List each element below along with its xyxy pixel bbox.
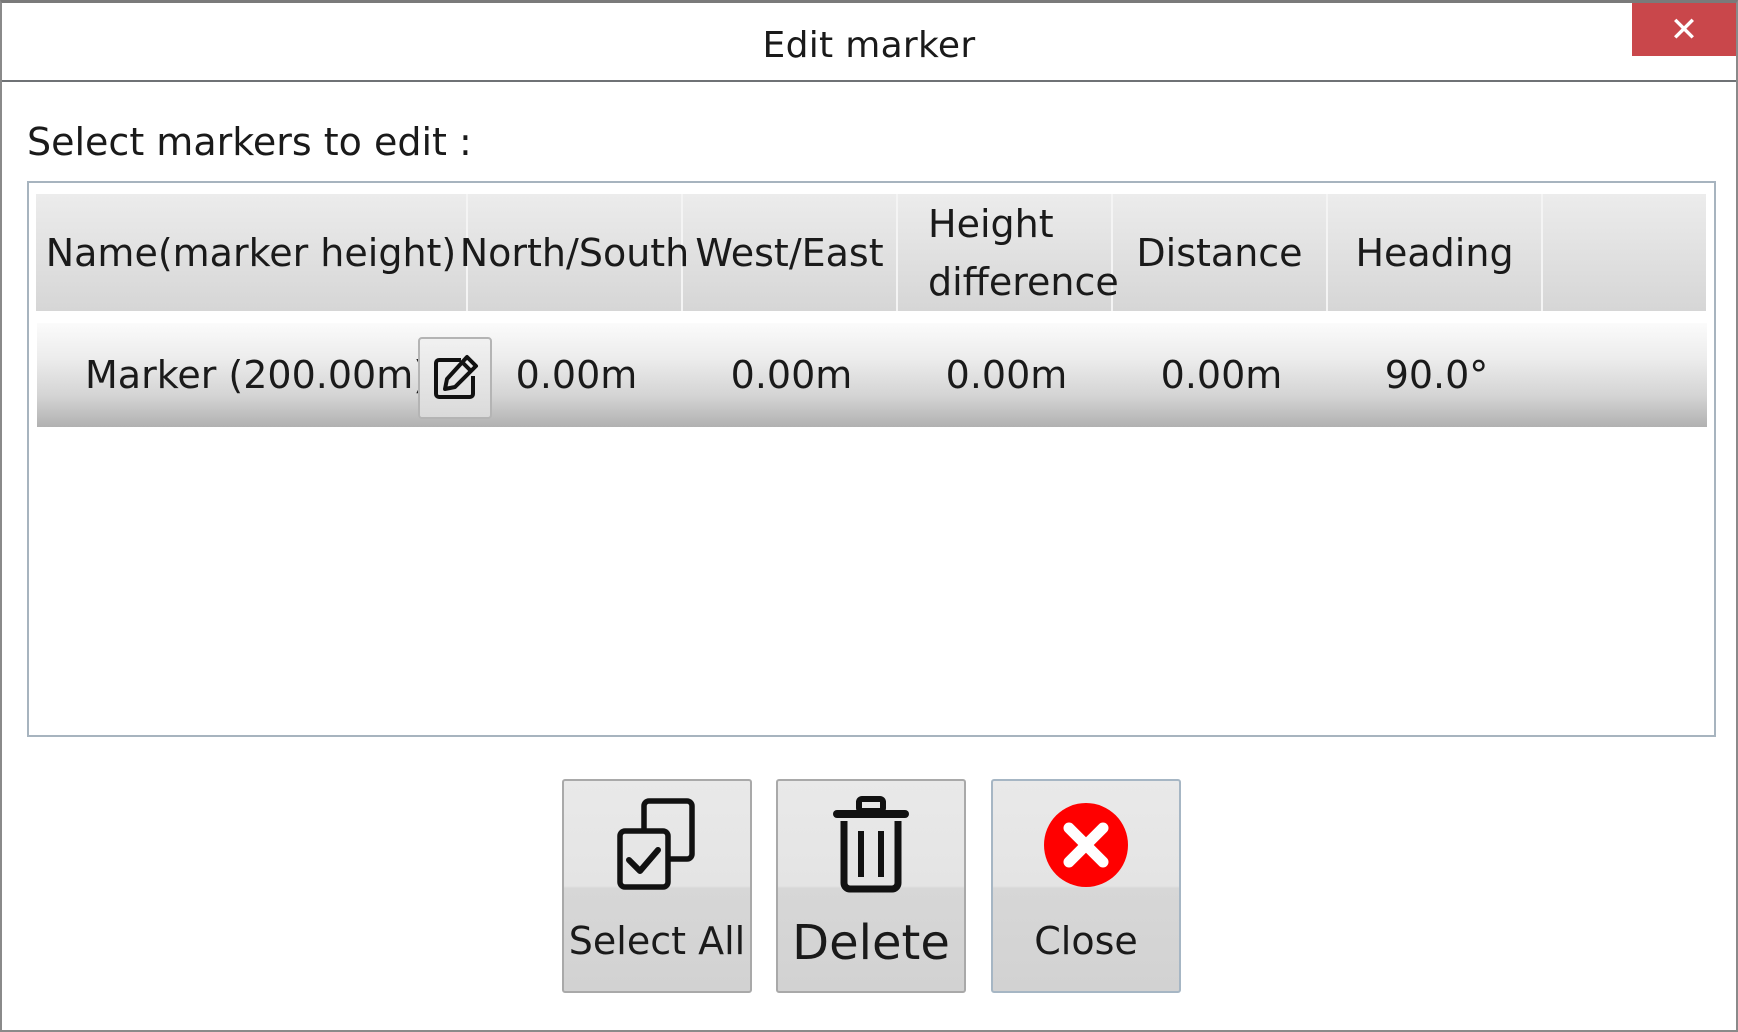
edit-marker-button[interactable] xyxy=(418,337,492,419)
close-circle-icon xyxy=(1044,803,1128,887)
table-row[interactable]: Marker (200.00m) 0.00m 0.00m 0.00m 0.00m… xyxy=(37,323,1707,427)
select-all-icon xyxy=(617,798,695,890)
column-header-west-east[interactable]: West/East xyxy=(683,194,898,311)
column-header-heading[interactable]: Heading xyxy=(1328,194,1543,311)
delete-label: Delete xyxy=(792,915,950,971)
cell-heading: 90.0° xyxy=(1384,353,1489,397)
column-header-distance[interactable]: Distance xyxy=(1113,194,1328,311)
cell-height-difference: 0.00m xyxy=(945,353,1068,397)
marker-name: Marker (200.00m) xyxy=(85,353,429,397)
markers-table: Name(marker height) North/South West/Eas… xyxy=(27,181,1716,737)
column-header-north-south[interactable]: North/South xyxy=(460,194,689,311)
title-bar: Edit marker ✕ xyxy=(2,3,1736,82)
column-header-height-difference-label: Height difference xyxy=(928,201,1119,304)
cell-name: Marker (200.00m) xyxy=(37,323,492,427)
select-all-label: Select All xyxy=(568,919,746,963)
window-title: Edit marker xyxy=(762,25,976,66)
trash-icon xyxy=(833,796,909,893)
cell-west-east: 0.00m xyxy=(730,353,853,397)
close-label: Close xyxy=(1034,919,1138,963)
window-close-button[interactable]: ✕ xyxy=(1632,3,1736,56)
close-button[interactable]: Close xyxy=(991,779,1181,993)
select-all-button[interactable]: Select All xyxy=(562,779,752,993)
cell-north-south: 0.00m xyxy=(515,353,638,397)
edit-pencil-icon xyxy=(434,355,478,399)
close-icon: ✕ xyxy=(1669,9,1699,50)
column-header-height-difference[interactable]: Height difference xyxy=(898,194,1119,311)
column-header-name[interactable]: Name(marker height) xyxy=(36,194,468,311)
select-markers-prompt: Select markers to edit : xyxy=(27,120,472,164)
delete-button[interactable]: Delete xyxy=(776,779,966,993)
edit-marker-dialog: Edit marker ✕ Select markers to edit : N… xyxy=(0,0,1738,1032)
cell-distance: 0.00m xyxy=(1160,353,1283,397)
table-header-row: Name(marker height) North/South West/Eas… xyxy=(36,194,1706,311)
